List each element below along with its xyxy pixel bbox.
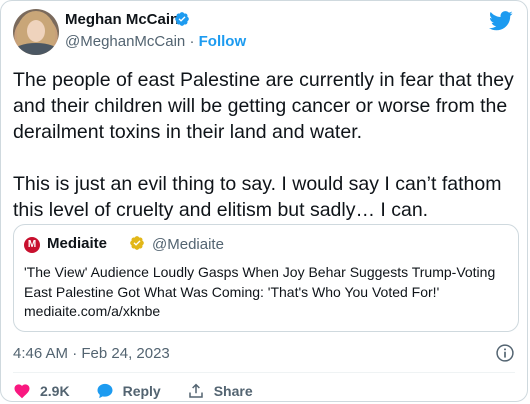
verified-badge-icon [130, 236, 144, 250]
reply-icon [97, 383, 113, 399]
share-icon [188, 383, 203, 398]
share-label: Share [213, 383, 253, 399]
mediaite-logo: M [24, 237, 40, 253]
quoted-tweet[interactable]: M Mediaite @Mediaite 'The View' Audience… [13, 224, 519, 332]
author-handle-line: @MeghanMcCain · Follow [65, 33, 246, 50]
reply-label: Reply [122, 383, 161, 399]
quoted-tweet-body: 'The View' Audience Loudly Gasps When Jo… [24, 263, 514, 322]
quoted-author-handle: @Mediaite [152, 236, 224, 253]
tweet-text: The people of east Palestine are current… [13, 69, 514, 221]
verified-badge-icon [175, 12, 189, 26]
divider [13, 372, 515, 373]
avatar[interactable] [13, 9, 59, 55]
quoted-tweet-text: 'The View' Audience Loudly Gasps When Jo… [24, 264, 496, 300]
info-icon[interactable] [495, 343, 515, 363]
share-button[interactable]: Share [187, 382, 253, 400]
author-handle[interactable]: @MeghanMcCain [65, 33, 185, 50]
tweet-card: Meghan McCain @MeghanMcCain · Follow The… [0, 0, 528, 402]
tweet-timestamp[interactable]: 4:46 AM · Feb 24, 2023 [13, 345, 170, 362]
action-bar: 2.9K Reply Share [13, 381, 279, 401]
quoted-author-name: Mediaite [47, 235, 108, 252]
follow-button[interactable]: Follow [199, 33, 247, 50]
author-name[interactable]: Meghan McCain [65, 11, 179, 28]
reply-button[interactable]: Reply [96, 382, 161, 400]
handle-separator: · [189, 33, 195, 50]
quoted-tweet-link[interactable]: mediaite.com/a/xknbe [24, 302, 514, 322]
like-count: 2.9K [40, 383, 70, 399]
like-button[interactable]: 2.9K [13, 382, 70, 400]
heart-icon [14, 384, 30, 399]
twitter-bird-icon[interactable] [489, 11, 513, 31]
